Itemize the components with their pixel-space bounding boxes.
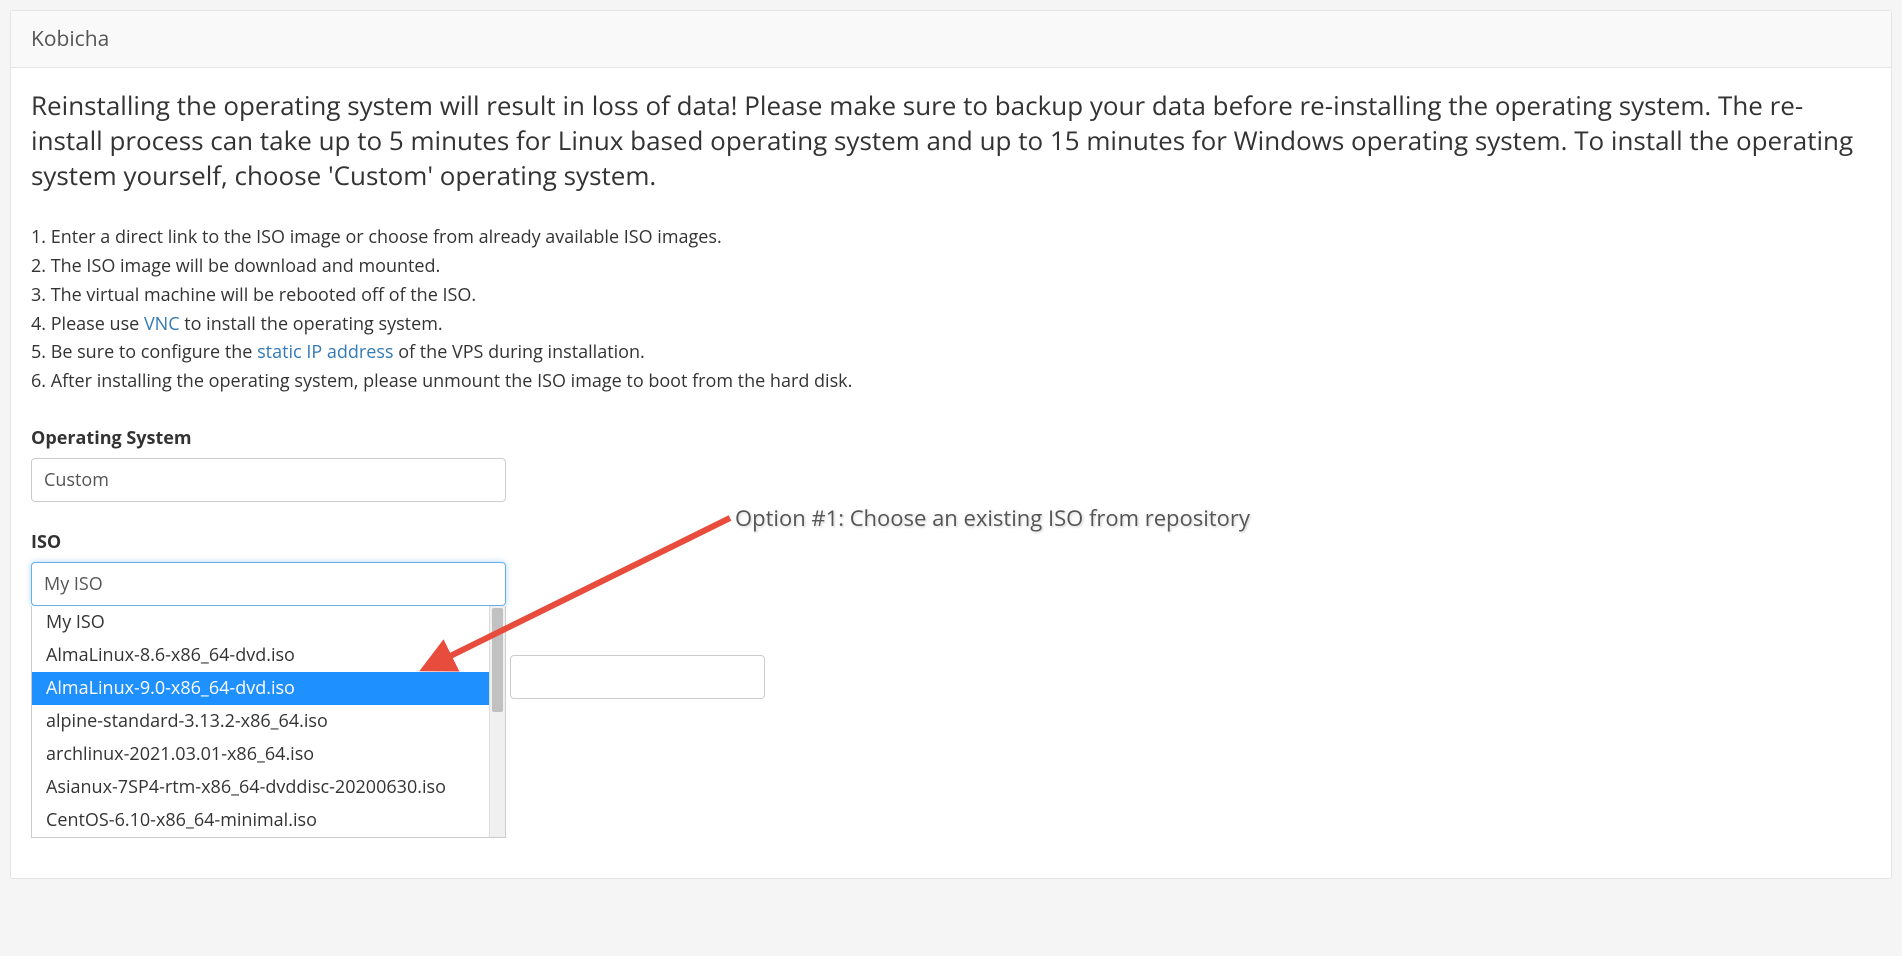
instruction-step-4: 4. Please use VNC to install the operati… bbox=[31, 310, 1871, 339]
step5-pre: 5. Be sure to configure the bbox=[31, 340, 257, 364]
main-panel: Kobicha Reinstalling the operating syste… bbox=[10, 10, 1892, 879]
iso-option[interactable]: AlmaLinux-9.0-x86_64-dvd.iso bbox=[32, 672, 505, 705]
instruction-step-3: 3. The virtual machine will be rebooted … bbox=[31, 281, 1871, 310]
panel-title: Kobicha bbox=[31, 25, 109, 53]
iso-label: ISO bbox=[31, 530, 1871, 554]
iso-option[interactable]: CentOS-6.10-x86_64-minimal.iso bbox=[32, 804, 505, 837]
iso-url-input[interactable] bbox=[510, 655, 765, 699]
step4-post: to install the operating system. bbox=[180, 312, 443, 336]
warning-text: Reinstalling the operating system will r… bbox=[31, 88, 1871, 193]
iso-option[interactable]: AlmaLinux-8.6-x86_64-dvd.iso bbox=[32, 639, 505, 672]
iso-select[interactable]: My ISO bbox=[31, 562, 506, 606]
os-select[interactable]: Custom bbox=[31, 458, 506, 502]
instruction-step-1: 1. Enter a direct link to the ISO image … bbox=[31, 223, 1871, 252]
os-label: Operating System bbox=[31, 426, 1871, 450]
iso-option[interactable]: Asianux-7SP4-rtm-x86_64-dvddisc-20200630… bbox=[32, 771, 505, 804]
panel-header: Kobicha bbox=[11, 11, 1891, 68]
vnc-link[interactable]: VNC bbox=[144, 312, 180, 336]
iso-select-value: My ISO bbox=[44, 572, 103, 596]
instruction-step-2: 2. The ISO image will be download and mo… bbox=[31, 252, 1871, 281]
step4-pre: 4. Please use bbox=[31, 312, 144, 336]
iso-option[interactable]: alpine-standard-3.13.2-x86_64.iso bbox=[32, 705, 505, 738]
step5-post: of the VPS during installation. bbox=[394, 340, 645, 364]
instructions-list: 1. Enter a direct link to the ISO image … bbox=[31, 223, 1871, 396]
os-select-value: Custom bbox=[44, 468, 109, 492]
panel-body: Reinstalling the operating system will r… bbox=[11, 68, 1891, 878]
instruction-step-5: 5. Be sure to configure the static IP ad… bbox=[31, 338, 1871, 367]
static-ip-link[interactable]: static IP address bbox=[257, 340, 393, 364]
iso-dropdown-list: My ISO AlmaLinux-8.6-x86_64-dvd.iso Alma… bbox=[31, 606, 506, 838]
instruction-step-6: 6. After installing the operating system… bbox=[31, 367, 1871, 396]
iso-option[interactable]: My ISO bbox=[32, 606, 505, 639]
dropdown-scrollbar[interactable] bbox=[489, 606, 505, 837]
iso-option[interactable]: archlinux-2021.03.01-x86_64.iso bbox=[32, 738, 505, 771]
dropdown-scrollbar-thumb[interactable] bbox=[492, 608, 503, 712]
